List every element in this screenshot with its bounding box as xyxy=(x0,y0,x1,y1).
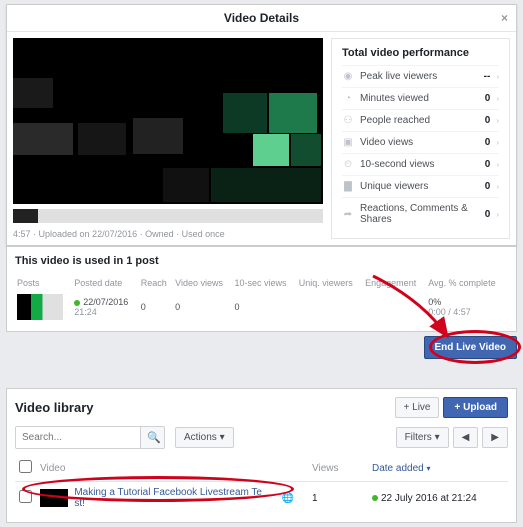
perf-label: Video views xyxy=(360,137,479,148)
globe-icon: 🌐 xyxy=(268,482,308,515)
perf-row[interactable]: ➦ Reactions, Comments & Shares 0 › xyxy=(342,197,499,230)
perf-icon: ⏲ xyxy=(342,159,354,170)
row-date: 22 July 2016 at 21:24 xyxy=(381,493,477,504)
chevron-right-icon: › xyxy=(496,210,499,219)
posted-date: 22/07/2016 xyxy=(83,297,128,307)
used-col: Engagement xyxy=(363,275,426,291)
reach-value: 0 xyxy=(139,291,173,323)
post-thumbnail xyxy=(17,294,63,320)
video-title-placeholder xyxy=(13,209,323,223)
actions-dropdown[interactable]: Actions ▾ xyxy=(175,427,234,448)
eng-value xyxy=(363,291,426,323)
views-value: 0 xyxy=(173,291,232,323)
sort-caret-icon: ▾ xyxy=(427,464,431,473)
used-in-heading: This video is used in 1 post xyxy=(15,255,508,267)
perf-row[interactable]: ▣ Video views 0 › xyxy=(342,131,499,153)
search-input[interactable] xyxy=(16,427,140,448)
uniq-value xyxy=(297,291,363,323)
perf-value: 0 xyxy=(485,159,491,170)
used-col: Uniq. viewers xyxy=(297,275,363,291)
col-date[interactable]: Date added ▾ xyxy=(368,455,508,482)
perf-row[interactable]: ⏲ 10-second views 0 › xyxy=(342,153,499,175)
library-heading: Video library xyxy=(15,400,391,415)
col-video[interactable]: Video xyxy=(36,455,268,482)
video-row[interactable]: Making a Tutorial Facebook Livestream Te… xyxy=(15,482,508,515)
end-live-video-button[interactable]: End Live Video xyxy=(424,336,518,359)
pager-next[interactable]: ▶ xyxy=(482,427,508,448)
row-views: 1 xyxy=(308,482,368,515)
perf-icon: ▣ xyxy=(342,137,354,148)
chevron-right-icon: › xyxy=(496,160,499,169)
select-all-checkbox[interactable] xyxy=(19,460,32,473)
chevron-right-icon: › xyxy=(496,116,499,125)
chevron-right-icon: › xyxy=(496,138,499,147)
avg-sub: 0:00 / 4:57 xyxy=(428,307,471,317)
perf-label: 10-second views xyxy=(360,159,479,170)
chevron-right-icon: › xyxy=(496,72,499,81)
perf-row[interactable]: ◉ Peak live viewers -- › xyxy=(342,65,499,87)
col-views[interactable]: Views xyxy=(308,455,368,482)
live-button[interactable]: + Live xyxy=(395,397,440,418)
perf-label: Minutes viewed xyxy=(360,93,479,104)
upload-button[interactable]: + Upload xyxy=(443,397,508,418)
close-icon[interactable]: × xyxy=(501,11,508,25)
perf-row[interactable]: ◔ Minutes viewed 0 › xyxy=(342,87,499,109)
used-col: Avg. % complete xyxy=(426,275,508,291)
perf-label: Unique viewers xyxy=(360,181,479,192)
video-title-link[interactable]: Making a Tutorial Facebook Livestream Te… xyxy=(74,487,264,509)
modal-title: Video Details xyxy=(224,11,299,25)
perf-icon: ⚇ xyxy=(342,115,354,126)
search-icon[interactable]: 🔍 xyxy=(140,427,165,448)
posted-time: 21:24 xyxy=(74,307,97,317)
tensec-value: 0 xyxy=(233,291,297,323)
video-meta: 4:57 · Uploaded on 22/07/2016 · Owned · … xyxy=(13,229,323,239)
perf-heading: Total video performance xyxy=(342,47,499,59)
filters-dropdown[interactable]: Filters ▾ xyxy=(396,427,449,448)
used-col: Posts xyxy=(15,275,72,291)
row-checkbox[interactable] xyxy=(19,490,32,503)
perf-value: 0 xyxy=(485,209,491,220)
perf-value: 0 xyxy=(485,181,491,192)
perf-value: 0 xyxy=(485,137,491,148)
used-col: Video views xyxy=(173,275,232,291)
perf-value: 0 xyxy=(485,93,491,104)
perf-value: -- xyxy=(484,71,491,82)
live-dot-icon xyxy=(372,495,378,501)
chevron-right-icon: › xyxy=(496,182,499,191)
pager-prev[interactable]: ◀ xyxy=(453,427,479,448)
used-col: 10-sec views xyxy=(233,275,297,291)
perf-row[interactable]: ⚇ People reached 0 › xyxy=(342,109,499,131)
video-thumbnail[interactable] xyxy=(13,38,323,204)
live-dot-icon xyxy=(74,300,80,306)
avg-value: 0% xyxy=(428,297,441,307)
perf-value: 0 xyxy=(485,115,491,126)
row-thumbnail xyxy=(40,489,68,507)
perf-icon: ▇ xyxy=(342,181,354,192)
perf-label: Peak live viewers xyxy=(360,71,478,82)
used-col: Reach xyxy=(139,275,173,291)
post-row[interactable]: 22/07/201621:24 0 0 0 0%0:00 / 4:57 xyxy=(15,291,508,323)
perf-icon: ➦ xyxy=(342,209,354,220)
search-input-wrap: 🔍 xyxy=(15,426,165,449)
perf-label: People reached xyxy=(360,115,479,126)
perf-icon: ◉ xyxy=(342,71,354,82)
perf-row[interactable]: ▇ Unique viewers 0 › xyxy=(342,175,499,197)
perf-icon: ◔ xyxy=(342,93,354,104)
used-col: Posted date xyxy=(72,275,138,291)
perf-label: Reactions, Comments & Shares xyxy=(360,203,479,225)
chevron-right-icon: › xyxy=(496,94,499,103)
